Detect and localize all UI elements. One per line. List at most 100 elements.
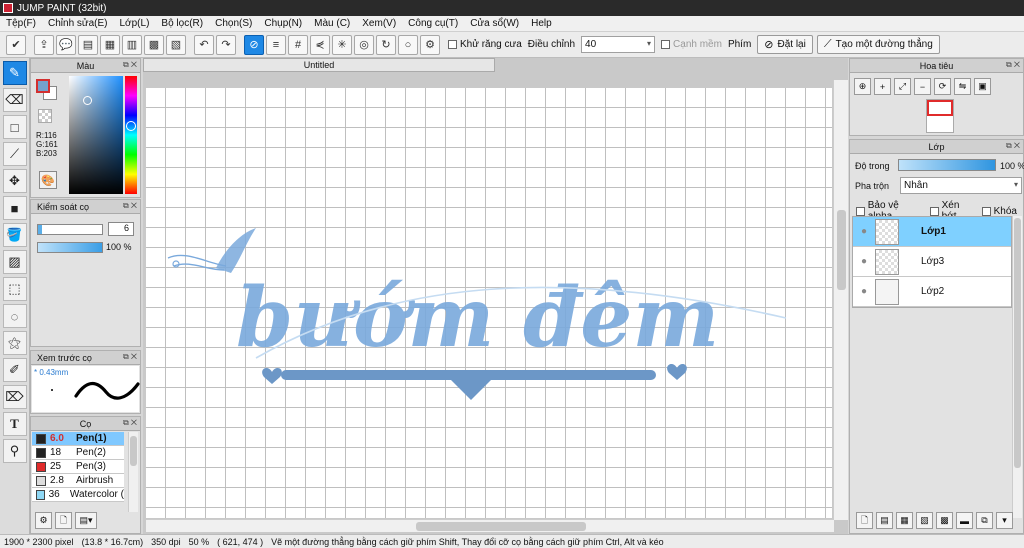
clip-checkbox[interactable] xyxy=(929,206,939,216)
visibility-icon[interactable]: ● xyxy=(853,256,875,267)
brush-tool-icon[interactable]: ✎ xyxy=(2,61,27,85)
menu-file[interactable]: Tệp(F) xyxy=(0,18,42,29)
visibility-icon[interactable]: ● xyxy=(853,286,875,297)
rect-select-tool-icon[interactable]: ⬚ xyxy=(2,277,27,301)
menu-color[interactable]: Màu (C) xyxy=(308,18,356,29)
zoom-out-icon[interactable]: − xyxy=(914,78,931,95)
zoom-actual-icon[interactable]: ⊕ xyxy=(854,78,871,95)
new-brush-icon[interactable]: 🗋 xyxy=(55,512,72,529)
brush-opacity-slider[interactable] xyxy=(37,242,103,253)
check-icon-button[interactable]: ✔ xyxy=(6,34,26,55)
panel-controls-icon[interactable]: ⧉ ✕ xyxy=(1006,141,1020,151)
layer-opacity-slider[interactable] xyxy=(898,159,996,171)
undo-icon-button[interactable]: ↶ xyxy=(194,34,214,55)
menu-filter[interactable]: Bộ lọc(R) xyxy=(155,18,209,29)
flip-icon[interactable]: ⇋ xyxy=(954,78,971,95)
gear-icon-button[interactable]: ⚙ xyxy=(420,34,440,55)
rectangle-tool-icon[interactable]: □ xyxy=(2,115,27,139)
menu-layer[interactable]: Lớp(L) xyxy=(114,18,156,29)
sv-picker-cursor[interactable] xyxy=(83,96,92,105)
speech-bubble-icon-button[interactable]: 💬 xyxy=(56,34,76,55)
brush-item-pen3[interactable]: 25 Pen(3) xyxy=(32,460,124,474)
parallel-lines-icon-button[interactable]: ≡ xyxy=(266,34,286,55)
navigator-thumbnail[interactable] xyxy=(926,99,954,133)
perspective-icon-button[interactable]: ⋞ xyxy=(310,34,330,55)
curve-icon-button[interactable]: ↻ xyxy=(376,34,396,55)
canvas-vertical-scrollbar[interactable] xyxy=(833,80,848,520)
rotate-icon[interactable]: ⟳ xyxy=(934,78,951,95)
layout-icon-button[interactable]: ▧ xyxy=(166,34,186,55)
reset-view-icon[interactable]: ▣ xyxy=(974,78,991,95)
redo-icon-button[interactable]: ↷ xyxy=(216,34,236,55)
brush-settings-icon[interactable]: ⚙ xyxy=(35,512,52,529)
panel-controls-icon[interactable]: ⧉ ✕ xyxy=(123,60,137,70)
menu-tools[interactable]: Công cụ(T) xyxy=(402,18,464,29)
document-icon-button[interactable]: ▥ xyxy=(122,34,142,55)
layer-item-lop1[interactable]: ● Lớp1 xyxy=(853,217,1011,247)
layer-item-lop3[interactable]: ● Lớp3 xyxy=(853,247,1011,277)
soft-edge-checkbox[interactable] xyxy=(661,40,671,49)
hue-slider[interactable] xyxy=(125,76,137,194)
blend-mode-combobox[interactable]: Nhân ▾ xyxy=(900,177,1022,194)
palette-icon[interactable]: 🎨 xyxy=(39,171,57,189)
line-tool-icon[interactable]: ⟋ xyxy=(2,142,27,166)
panel-controls-icon[interactable]: ⧉ ✕ xyxy=(123,352,137,362)
adjust-combobox[interactable]: 40 ▾ xyxy=(581,36,656,53)
layer-list-scrollbar[interactable] xyxy=(1012,216,1022,518)
export-icon-button[interactable]: ⇪ xyxy=(34,34,54,55)
saturation-value-picker[interactable] xyxy=(69,76,123,194)
navigator-view-rect[interactable] xyxy=(927,100,953,116)
brush-item-watercolor[interactable]: 36 Watercolor ( xyxy=(32,488,124,502)
magic-wand-tool-icon[interactable]: ⚝ xyxy=(2,331,27,355)
document-tab[interactable]: Untitled xyxy=(143,58,495,72)
circle-icon-button[interactable]: ○ xyxy=(398,34,418,55)
gradient-tool-icon[interactable]: ▨ xyxy=(2,250,27,274)
concentric-icon-button[interactable]: ◎ xyxy=(354,34,374,55)
foreground-color-swatch[interactable] xyxy=(36,79,50,93)
new-folder-icon[interactable]: ▬ xyxy=(956,512,973,529)
select-eraser-tool-icon[interactable]: ⌦ xyxy=(2,385,27,409)
protect-alpha-checkbox[interactable] xyxy=(856,206,865,216)
page-icon-button[interactable]: ▦ xyxy=(100,34,120,55)
eraser-tool-icon[interactable]: ⌫ xyxy=(2,88,27,112)
menu-view[interactable]: Xem(V) xyxy=(356,18,402,29)
cross-lines-icon-button[interactable]: # xyxy=(288,34,308,55)
zoom-in-icon[interactable]: + xyxy=(874,78,891,95)
brush-size-input[interactable]: 6 xyxy=(108,222,134,236)
visibility-icon[interactable]: ● xyxy=(853,226,875,237)
new-8bit-layer-icon[interactable]: ▧ xyxy=(916,512,933,529)
layer-item-lop2[interactable]: ● Lớp2 xyxy=(853,277,1011,307)
fill-shape-tool-icon[interactable]: ■ xyxy=(2,196,27,220)
transparent-swatch[interactable] xyxy=(38,109,52,123)
text-tool-icon[interactable]: T xyxy=(2,412,27,436)
menu-select[interactable]: Chọn(S) xyxy=(209,18,258,29)
new-color-layer-icon[interactable]: ▤ xyxy=(876,512,893,529)
hue-slider-cursor[interactable] xyxy=(126,121,136,131)
soft-edge-toggle[interactable]: Cạnh mềm xyxy=(661,39,722,50)
brush-menu-icon[interactable]: ▤▾ xyxy=(75,512,97,529)
new-pattern-layer-icon[interactable]: ▩ xyxy=(936,512,953,529)
bucket-tool-icon[interactable]: 🪣 xyxy=(2,223,27,247)
panel-controls-icon[interactable]: ⧉ ✕ xyxy=(1006,60,1020,70)
layer-menu-icon[interactable]: ▾ xyxy=(996,512,1013,529)
drawing-canvas[interactable]: bướm đêm xyxy=(146,88,832,518)
antialias-checkbox[interactable] xyxy=(448,40,457,49)
menu-capture[interactable]: Chụp(N) xyxy=(258,18,308,29)
comment-icon-button[interactable]: ▤ xyxy=(78,34,98,55)
lasso-tool-icon[interactable]: ◌ xyxy=(2,304,27,328)
brush-item-pen1[interactable]: 6.0 Pen(1) xyxy=(32,432,124,446)
brush-item-airbrush[interactable]: 2.8 Airbrush xyxy=(32,474,124,488)
radial-icon-button[interactable]: ✳ xyxy=(332,34,352,55)
brush-size-slider[interactable] xyxy=(37,224,103,235)
panel-controls-icon[interactable]: ⧉ ✕ xyxy=(123,201,137,211)
move-tool-icon[interactable]: ✥ xyxy=(2,169,27,193)
brush-list-scrollbar[interactable] xyxy=(128,432,138,512)
select-pen-tool-icon[interactable]: ✐ xyxy=(2,358,27,382)
lock-checkbox[interactable] xyxy=(981,206,991,216)
antialias-toggle[interactable]: Khử răng cưa xyxy=(448,39,522,50)
menu-window[interactable]: Cửa sổ(W) xyxy=(464,18,525,29)
reset-button[interactable]: ⊘ Đặt lại xyxy=(757,35,813,54)
fit-window-icon[interactable]: ⤢ xyxy=(894,78,911,95)
menu-edit[interactable]: Chỉnh sửa(E) xyxy=(42,18,114,29)
menu-help[interactable]: Help xyxy=(525,18,558,29)
